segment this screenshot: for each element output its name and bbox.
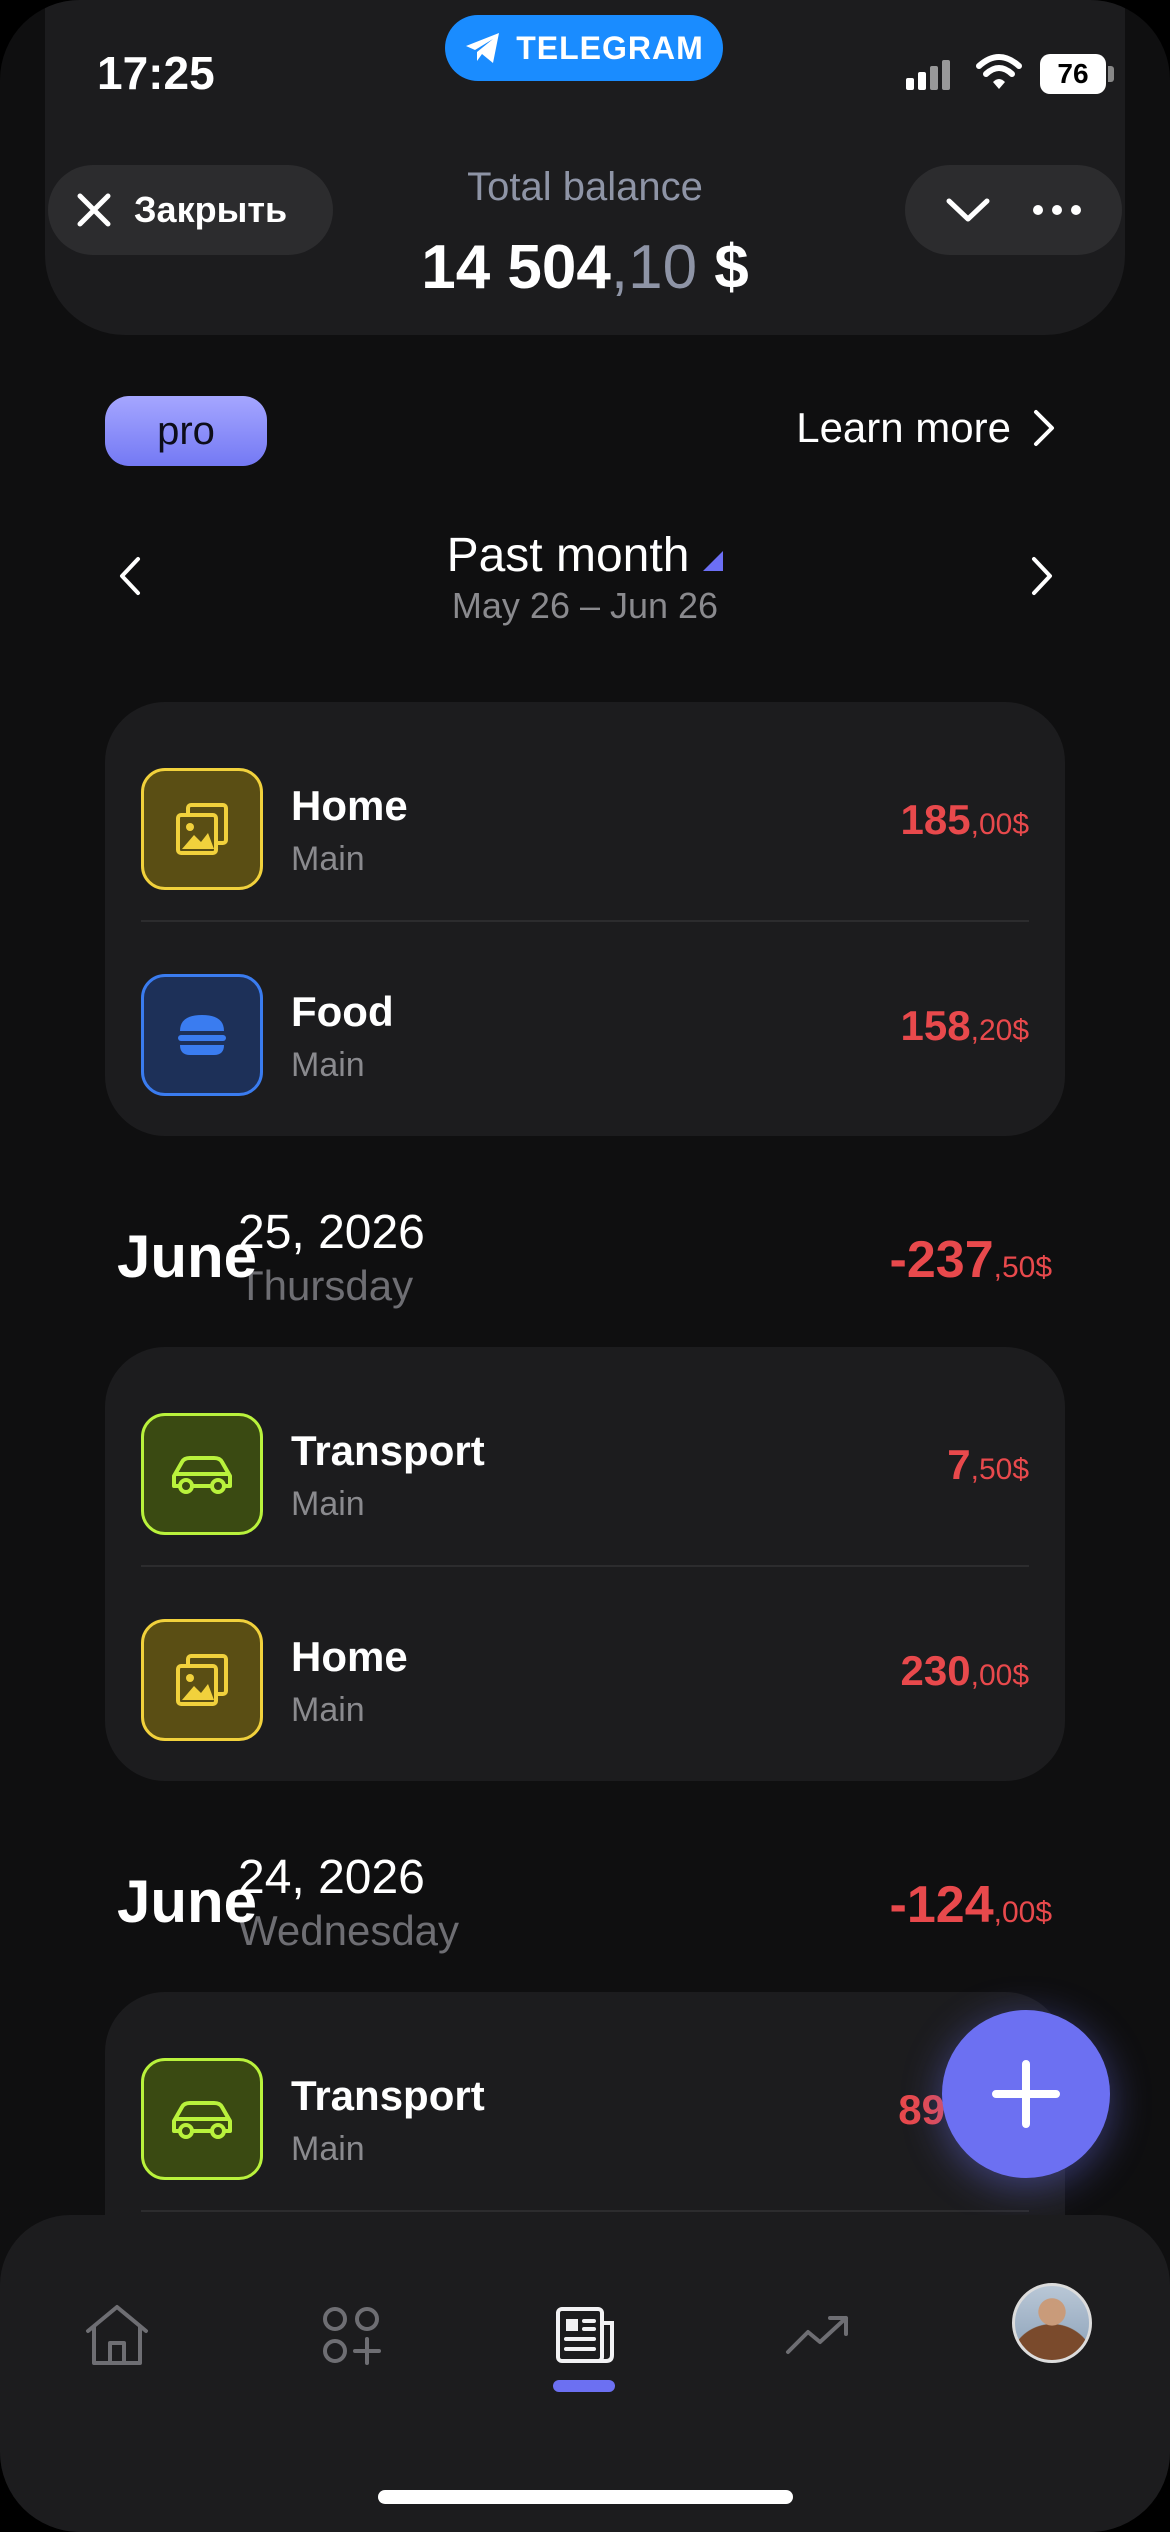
tab-categories[interactable] <box>306 2290 396 2380</box>
amount-main: 230 <box>900 1647 971 1694</box>
plus-icon <box>992 2060 1060 2128</box>
status-time: 17:25 <box>97 47 215 99</box>
categories-icon <box>323 2307 381 2365</box>
car-icon <box>172 1456 232 1494</box>
period-range: May 26 – Jun 26 <box>451 585 719 626</box>
learn-more-link[interactable]: Learn more <box>796 404 1055 452</box>
day-date: 25, 2026 <box>238 1206 425 1259</box>
amount-main: 185 <box>900 796 971 843</box>
balance-fraction: ,10 <box>610 233 698 302</box>
transaction-row[interactable]: Home Main 185,00$ <box>105 716 1065 922</box>
transaction-amount: 158,20$ <box>901 1002 1029 1050</box>
amount-cents: ,00$ <box>970 808 1029 841</box>
balance-main: 14 504 <box>421 233 611 302</box>
telegram-label: TELEGRAM <box>516 29 704 66</box>
burger-icon <box>178 1015 226 1055</box>
category-icon-transport <box>141 1413 263 1535</box>
image-icon <box>176 1654 228 1706</box>
day-total-cents: ,50$ <box>993 1251 1052 1284</box>
amount-main: 89 <box>898 2086 945 2133</box>
analytics-icon <box>786 2316 848 2354</box>
amount-cents: ,00$ <box>970 1659 1029 1692</box>
amount-main: 158 <box>900 1002 971 1049</box>
chevron-right-icon <box>1034 410 1054 446</box>
day-weekday: Thursday <box>238 1262 414 1309</box>
transaction-account: Main <box>291 1691 365 1729</box>
day-total: -237,50$ <box>890 1230 1052 1290</box>
amount-cents: ,20$ <box>970 1014 1029 1047</box>
category-icon-food <box>141 974 263 1096</box>
amount-main: 7 <box>947 1441 971 1488</box>
home-icon <box>86 2305 148 2365</box>
balance-currency: $ <box>697 233 749 302</box>
transaction-account: Main <box>291 1485 365 1523</box>
telegram-icon <box>466 33 500 63</box>
learn-more-label: Learn more <box>796 404 1011 451</box>
add-transaction-button[interactable] <box>942 2010 1110 2178</box>
telegram-pill[interactable]: TELEGRAM <box>445 15 723 81</box>
transactions-card: Home Main 185,00$ Food Main 158,20$ <box>105 702 1065 1136</box>
balance-label: Total balance <box>467 165 703 209</box>
day-month: June <box>117 1223 258 1290</box>
divider <box>141 2210 1029 2212</box>
dropdown-triangle-icon <box>703 551 724 571</box>
day-date: 24, 2026 <box>238 1851 425 1904</box>
category-icon-home <box>141 768 263 890</box>
total-balance: 14 504,10 $ <box>0 232 1170 303</box>
wifi-icon <box>976 54 1022 89</box>
period-title: Past month <box>446 529 690 582</box>
transaction-amount: 7,50$ <box>947 1441 1029 1489</box>
transaction-title: Food <box>291 988 394 1035</box>
tab-transactions[interactable] <box>540 2290 630 2380</box>
day-month: June <box>117 1868 258 1935</box>
day-total-main: -237 <box>889 1231 994 1289</box>
transaction-row[interactable]: Transport Main 7,50$ <box>105 1361 1065 1567</box>
car-icon <box>172 2101 232 2139</box>
home-indicator <box>378 2490 793 2504</box>
transaction-title: Transport <box>291 1427 485 1474</box>
transaction-amount: 230,00$ <box>901 1647 1029 1695</box>
image-icon <box>176 803 228 855</box>
transactions-icon <box>556 2307 614 2363</box>
day-weekday: Wednesday <box>238 1907 460 1954</box>
tab-bar <box>0 2215 1170 2532</box>
transactions-card: Transport Main 7,50$ Home Main 230,00$ <box>105 1347 1065 1781</box>
transaction-account: Main <box>291 2130 365 2168</box>
transaction-title: Home <box>291 782 408 829</box>
signal-icon <box>906 60 950 90</box>
battery-indicator: 76 <box>1040 54 1106 94</box>
transaction-account: Main <box>291 840 365 878</box>
transaction-account: Main <box>291 1046 365 1084</box>
day-total-main: -124 <box>889 1876 994 1934</box>
day-total-cents: ,00$ <box>993 1896 1052 1929</box>
active-tab-indicator <box>553 2380 615 2392</box>
tab-analytics[interactable] <box>774 2290 864 2380</box>
pro-badge[interactable]: pro <box>105 396 267 466</box>
category-icon-home <box>141 1619 263 1741</box>
transaction-row[interactable]: Food Main 158,20$ <box>105 922 1065 1128</box>
day-total: -124,00$ <box>890 1875 1052 1935</box>
transaction-title: Home <box>291 1633 408 1680</box>
amount-cents: ,50$ <box>970 1453 1029 1486</box>
app-screen: 17:25 TELEGRAM 76 Закрыть Total balance … <box>0 0 1170 2532</box>
category-icon-transport <box>141 2058 263 2180</box>
tab-home[interactable] <box>72 2290 162 2380</box>
profile-avatar[interactable] <box>1012 2283 1092 2363</box>
transaction-row[interactable]: Home Main 230,00$ <box>105 1567 1065 1773</box>
transaction-title: Transport <box>291 2072 485 2119</box>
transaction-amount: 185,00$ <box>901 796 1029 844</box>
transaction-row[interactable]: Transport Main 89 <box>105 2006 1065 2212</box>
transaction-amount: 89 <box>898 2086 945 2134</box>
battery-nub <box>1108 66 1114 82</box>
period-selector[interactable]: Past month <box>0 528 1170 583</box>
